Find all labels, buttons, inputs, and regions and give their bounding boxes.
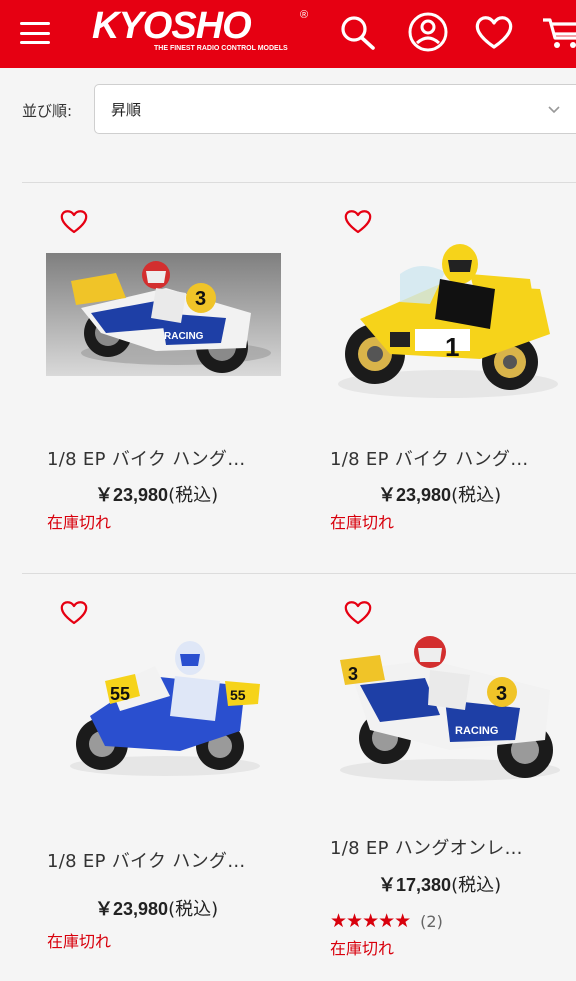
svg-text:RACING: RACING (164, 331, 204, 342)
cart-icon[interactable] (540, 10, 576, 54)
price-tax: (税込) (168, 485, 219, 506)
sort-label: 並び順: (22, 102, 73, 120)
divider (22, 573, 576, 574)
product-image[interactable]: 1 (330, 234, 566, 414)
product-price: ￥17,380(税込) (378, 871, 501, 897)
price-value: ￥23,980 (378, 485, 452, 505)
price-value: ￥17,380 (378, 875, 452, 895)
stock-status: 在庫切れ (47, 932, 112, 951)
divider (22, 182, 576, 183)
heart-icon[interactable] (472, 10, 516, 54)
logo-registered: ® (300, 9, 308, 21)
product-price: ￥23,980(税込) (95, 481, 218, 507)
price-tax: (税込) (451, 485, 502, 506)
svg-text:3: 3 (195, 288, 206, 310)
svg-text:3: 3 (496, 683, 507, 705)
heart-icon[interactable] (343, 207, 373, 235)
product-image[interactable]: 3 RACING (46, 253, 281, 376)
heart-icon[interactable] (59, 598, 89, 626)
svg-text:1: 1 (445, 332, 459, 362)
rating-count: (2) (420, 911, 443, 931)
svg-text:RACING: RACING (455, 725, 498, 737)
product-image[interactable]: 3 3 RACING (330, 630, 566, 790)
heart-icon[interactable] (343, 598, 373, 626)
rating-stars: ★★★★★ (330, 910, 411, 932)
sort-bar: 並び順: 昇順 (0, 84, 576, 136)
product-rating[interactable]: ★★★★★ (2) (330, 910, 443, 932)
chevron-down-icon (548, 106, 560, 114)
stock-status: 在庫切れ (47, 513, 112, 532)
svg-text:55: 55 (110, 684, 130, 704)
product-title[interactable]: 1/8 EP バイク ハング… (47, 445, 246, 471)
sort-select[interactable]: 昇順 (94, 84, 576, 134)
product-title[interactable]: 1/8 EP ハングオンレ… (330, 834, 523, 860)
account-icon[interactable] (406, 10, 450, 54)
product-title[interactable]: 1/8 EP バイク ハング… (330, 445, 529, 471)
stock-status: 在庫切れ (330, 513, 395, 532)
stock-status: 在庫切れ (330, 939, 395, 958)
svg-text:3: 3 (348, 664, 358, 684)
product-title[interactable]: 1/8 EP バイク ハング… (47, 847, 246, 873)
product-price: ￥23,980(税込) (378, 481, 501, 507)
product-image[interactable]: 55 55 (60, 636, 270, 786)
price-value: ￥23,980 (95, 485, 169, 505)
kyosho-logo[interactable]: KYOSHO ® THE FINEST RADIO CONTROL MODELS (90, 2, 315, 58)
logo-text: KYOSHO (92, 5, 251, 47)
svg-text:55: 55 (230, 687, 246, 703)
heart-icon[interactable] (59, 207, 89, 235)
price-value: ￥23,980 (95, 899, 169, 919)
logo-tagline: THE FINEST RADIO CONTROL MODELS (154, 45, 288, 52)
price-tax: (税込) (451, 875, 502, 896)
product-price: ￥23,980(税込) (95, 895, 218, 921)
price-tax: (税込) (168, 899, 219, 920)
search-icon[interactable] (336, 10, 380, 54)
site-header: KYOSHO ® THE FINEST RADIO CONTROL MODELS (0, 0, 576, 68)
sort-value: 昇順 (111, 101, 142, 119)
menu-icon[interactable] (20, 22, 50, 44)
